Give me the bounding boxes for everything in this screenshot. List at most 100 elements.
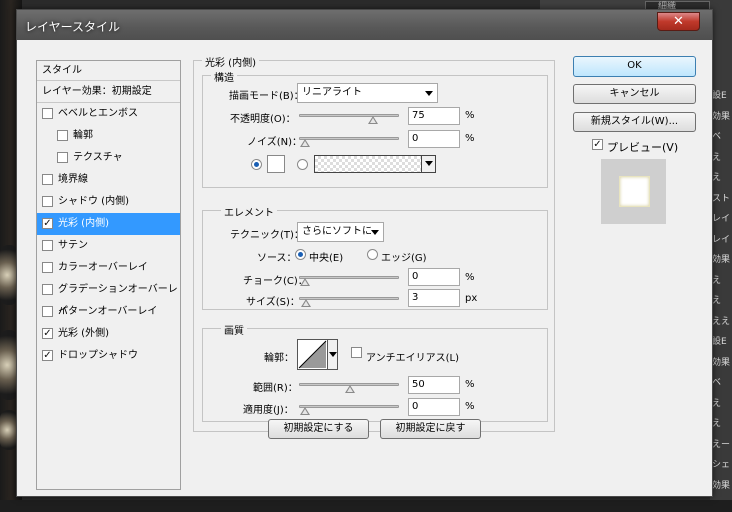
technique-value: さらにソフトに bbox=[302, 226, 372, 237]
gradient-radio[interactable] bbox=[297, 159, 308, 170]
choke-slider[interactable] bbox=[299, 276, 399, 286]
glow-color-swatch[interactable] bbox=[267, 155, 285, 173]
range-unit: % bbox=[465, 379, 475, 390]
chevron-down-icon bbox=[425, 91, 433, 96]
gradient-dropdown-button[interactable] bbox=[421, 156, 435, 172]
chevron-down-icon bbox=[425, 161, 433, 166]
background-panel-label: ベ bbox=[712, 378, 722, 388]
source-center-radio[interactable] bbox=[295, 249, 306, 260]
opacity-slider-thumb[interactable] bbox=[367, 116, 378, 124]
noise-input[interactable]: 0 bbox=[408, 130, 460, 148]
preview-thumbnail bbox=[601, 159, 666, 224]
style-checkbox[interactable] bbox=[42, 284, 53, 295]
style-list-item-label: サテン bbox=[58, 240, 88, 251]
style-checkbox[interactable] bbox=[42, 306, 53, 317]
style-checkbox[interactable] bbox=[42, 174, 53, 185]
style-list-item[interactable]: パターンオーバーレイ bbox=[37, 301, 180, 323]
style-list-item[interactable]: シャドウ (内側) bbox=[37, 191, 180, 213]
style-checkbox[interactable] bbox=[42, 196, 53, 207]
style-list-item[interactable]: 輪郭 bbox=[37, 125, 180, 147]
opacity-slider[interactable] bbox=[299, 114, 399, 124]
style-list-item-label: 光彩 (内側) bbox=[58, 218, 109, 229]
preview-label[interactable]: プレビュー(V) bbox=[607, 139, 678, 155]
opacity-input[interactable]: 75 bbox=[408, 107, 460, 125]
style-list-item[interactable]: カラーオーバーレイ bbox=[37, 257, 180, 279]
size-input[interactable]: 3 bbox=[408, 289, 460, 307]
style-list-item-label: ドロップシャドウ bbox=[58, 350, 138, 361]
background-panel-label: え bbox=[712, 398, 722, 409]
size-unit: px bbox=[465, 293, 478, 304]
background-panel-label: スト bbox=[712, 193, 731, 204]
style-list-item[interactable]: 境界線 bbox=[37, 169, 180, 191]
noise-slider[interactable] bbox=[299, 137, 399, 147]
antialias-checkbox[interactable] bbox=[351, 347, 362, 358]
style-list-item-label: 光彩 (外側) bbox=[58, 328, 109, 339]
choke-input[interactable]: 0 bbox=[408, 268, 460, 286]
contour-dropdown-button[interactable] bbox=[327, 340, 337, 369]
make-default-button[interactable]: 初期設定にする bbox=[268, 419, 369, 439]
source-edge-radio[interactable] bbox=[367, 249, 378, 260]
background-panel-label: レイ bbox=[712, 234, 731, 245]
new-style-button[interactable]: 新規スタイル(W)... bbox=[573, 112, 696, 132]
style-list-header[interactable]: スタイル bbox=[37, 61, 180, 81]
range-slider-thumb[interactable] bbox=[345, 385, 355, 393]
background-panel-right: 設E 効果ベええスト レイ レイ 効果ええええ 設E 効果ベえええー シェ 効果 bbox=[710, 0, 732, 512]
contour-curve-icon bbox=[298, 340, 327, 369]
style-list-default[interactable]: レイヤー効果：初期設定 bbox=[37, 81, 180, 103]
style-list-item[interactable]: サテン bbox=[37, 235, 180, 257]
jitter-slider-thumb[interactable] bbox=[300, 407, 310, 415]
chevron-down-icon bbox=[371, 230, 379, 235]
style-checkbox[interactable] bbox=[42, 108, 53, 119]
size-slider-thumb[interactable] bbox=[301, 299, 312, 307]
size-label: サイズ(S)： bbox=[246, 297, 300, 308]
jitter-slider[interactable] bbox=[299, 405, 399, 415]
style-list-item[interactable]: ✓ ドロップシャドウ bbox=[37, 345, 180, 367]
contour-label: 輪郭： bbox=[264, 353, 294, 364]
style-checkbox[interactable]: ✓ bbox=[42, 350, 53, 361]
range-slider[interactable] bbox=[299, 383, 399, 393]
background-panel-label: 効果 bbox=[712, 357, 731, 368]
dialog-titlebar[interactable]: レイヤースタイル ✕ bbox=[17, 10, 712, 40]
cancel-button[interactable]: キャンセル bbox=[573, 84, 696, 104]
style-checkbox[interactable] bbox=[57, 130, 68, 141]
background-panel-label: レイ bbox=[712, 214, 731, 224]
choke-label: チョーク(C)： bbox=[243, 276, 308, 287]
ok-button[interactable]: OK bbox=[573, 56, 696, 77]
style-checkbox[interactable] bbox=[42, 262, 53, 273]
close-button[interactable]: ✕ bbox=[657, 12, 700, 31]
dialog-client: スタイル レイヤー効果：初期設定 ベベルとエンボス輪郭テクスチャ 境界線 シャドウ … bbox=[22, 40, 708, 492]
jitter-input[interactable]: 0 bbox=[408, 398, 460, 416]
source-center-label[interactable]: 中央(E) bbox=[309, 249, 343, 264]
style-list-item[interactable]: ベベルとエンボス bbox=[37, 103, 180, 125]
background-panel-label: 効果 bbox=[712, 111, 731, 122]
background-panel-label: え bbox=[712, 173, 722, 183]
preview-checkbox[interactable]: ✓ bbox=[592, 139, 603, 150]
style-list-item[interactable]: グラデーションオーバーレイ bbox=[37, 279, 180, 317]
style-checkbox[interactable]: ✓ bbox=[42, 328, 53, 339]
noise-slider-thumb[interactable] bbox=[300, 139, 310, 147]
source-edge-label[interactable]: エッジ(G) bbox=[381, 249, 427, 264]
style-list-item-label: 輪郭 bbox=[73, 130, 93, 141]
technique-select[interactable]: さらにソフトに bbox=[297, 222, 384, 242]
size-slider[interactable] bbox=[299, 297, 399, 307]
style-checkbox[interactable] bbox=[57, 152, 68, 163]
range-input[interactable]: 50 bbox=[408, 376, 460, 394]
choke-slider-thumb[interactable] bbox=[300, 278, 310, 286]
jitter-unit: % bbox=[465, 401, 475, 412]
style-list-item[interactable]: ✓ 光彩 (内側) bbox=[37, 213, 180, 235]
contour-picker[interactable] bbox=[297, 339, 338, 370]
style-list-item-label: パターンオーバーレイ bbox=[58, 306, 158, 317]
solid-color-radio[interactable] bbox=[251, 159, 262, 170]
style-checkbox[interactable]: ✓ bbox=[42, 218, 53, 229]
style-list-item[interactable]: ✓ 光彩 (外側) bbox=[37, 323, 180, 345]
reset-default-button[interactable]: 初期設定に戻す bbox=[380, 419, 481, 439]
style-checkbox[interactable] bbox=[42, 240, 53, 251]
background-panel-label: 設E bbox=[712, 337, 727, 347]
antialias-label[interactable]: アンチエイリアス(L) bbox=[366, 349, 459, 364]
gradient-picker[interactable] bbox=[314, 155, 436, 173]
blend-mode-select[interactable]: リニアライト bbox=[297, 83, 438, 103]
style-list-item[interactable]: テクスチャ bbox=[37, 147, 180, 169]
background-panel-label: え bbox=[712, 275, 722, 286]
inner-glow-group-title: 光彩 (内側) bbox=[202, 54, 259, 69]
quality-group-title: 画質 bbox=[221, 322, 247, 337]
